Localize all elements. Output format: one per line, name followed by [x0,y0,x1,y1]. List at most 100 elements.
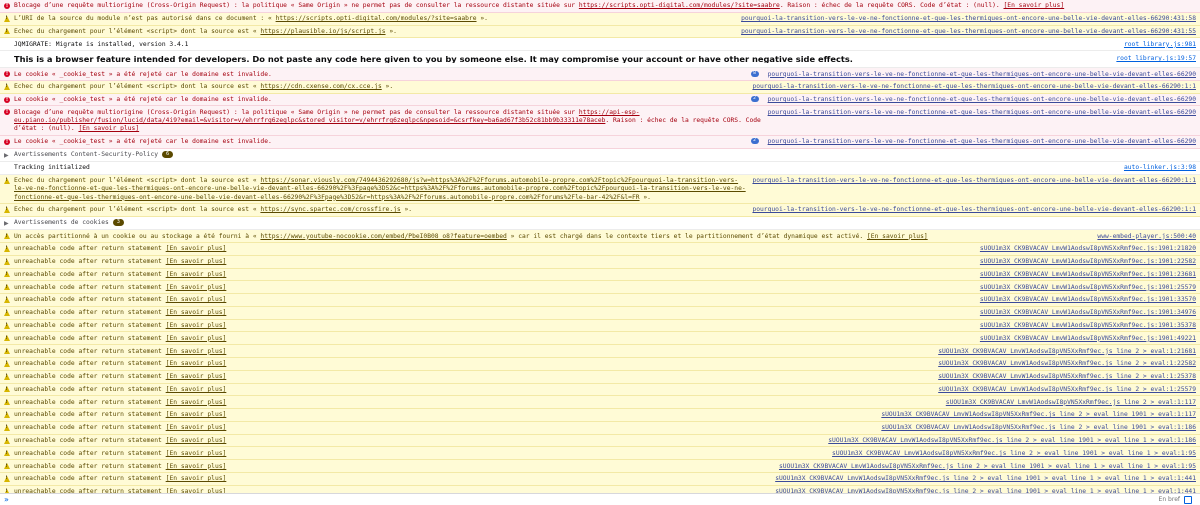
source-link[interactable]: pourquoi-la-transition-vers-le-ve-ne-fon… [735,28,1196,36]
editor-mode-toggle[interactable]: En bref [1159,495,1194,504]
source-link[interactable]: sUOU1m3X_CK9BVACAV_LmvW1AodswI8pVN5XxRmf… [822,437,1196,445]
source-link[interactable]: sUOU1m3X_CK9BVACAV_LmvW1AodswI8pVN5XxRmf… [974,335,1196,343]
message-part: Le cookie « _cookie_test » a été rejeté … [14,96,272,104]
learn-more-link[interactable]: [En savoir plus] [166,245,227,252]
learn-more-link[interactable]: [En savoir plus] [166,386,227,393]
expand-triangle-icon[interactable]: ▶ [4,152,9,160]
learn-more-link[interactable]: [En savoir plus] [166,271,227,278]
learn-more-link[interactable]: [En savoir plus] [166,424,227,431]
source-link[interactable]: sUOU1m3X_CK9BVACAV_LmvW1AodswI8pVN5XxRmf… [773,463,1196,471]
console-message-error: ! Blocage d’une requête multiorigine (Cro… [0,106,1200,136]
learn-more-link[interactable]: [En savoir plus] [166,463,227,470]
resource-url-link[interactable]: https://www.youtube-nocookie.com/embed/P… [260,233,506,240]
message-text: Le cookie « _cookie_test » a été rejeté … [14,96,751,104]
message-text: unreachable code after return statement … [14,335,974,343]
editor-mode-icon[interactable] [1184,495,1192,504]
learn-more-link[interactable]: [En savoir plus] [166,348,227,355]
message-text: Blocage d’une requête multiorigine (Cros… [14,109,762,134]
source-link[interactable]: pourquoi-la-transition-vers-le-ve-ne-fon… [762,138,1196,146]
resource-url-link[interactable]: https://scripts.opti-digital.com/modules… [276,15,477,22]
learn-more-link[interactable]: [En savoir plus] [166,258,227,265]
source-link[interactable]: sUOU1m3X_CK9BVACAV_LmvW1AodswI8pVN5XxRmf… [974,309,1196,317]
learn-more-link[interactable]: [En savoir plus] [166,399,227,406]
source-link[interactable]: pourquoi-la-transition-vers-le-ve-ne-fon… [746,83,1196,91]
message-icon-slot: ! [4,71,14,78]
source-link[interactable]: root_library.js:19:57 [1110,55,1196,63]
source-link[interactable]: sUOU1m3X_CK9BVACAV_LmvW1AodswI8pVN5XxRmf… [974,258,1196,266]
console-message-warning: unreachable code after return statement … [0,447,1200,461]
message-icon-slot [4,55,14,56]
source-link[interactable]: pourquoi-la-transition-vers-le-ve-ne-fon… [735,15,1196,23]
message-text: unreachable code after return statement … [14,450,826,458]
learn-more-link[interactable]: [En savoir plus] [166,284,227,291]
source-location: sUOU1m3X_CK9BVACAV_LmvW1AodswI8pVN5XxRmf… [974,309,1196,317]
learn-more-link[interactable]: [En savoir plus] [166,437,227,444]
source-link[interactable]: sUOU1m3X_CK9BVACAV_LmvW1AodswI8pVN5XxRmf… [932,348,1196,356]
source-link[interactable]: pourquoi-la-transition-vers-le-ve-ne-fon… [762,96,1196,104]
repeat-count-badge: 8 [750,70,759,77]
message-text: unreachable code after return statement … [14,296,974,304]
console-message-warning: unreachable code after return statement … [0,345,1200,358]
source-location: sUOU1m3X_CK9BVACAV_LmvW1AodswI8pVN5XxRmf… [974,245,1196,253]
message-icon-slot [4,15,14,22]
source-link[interactable]: sUOU1m3X_CK9BVACAV_LmvW1AodswI8pVN5XxRmf… [932,373,1196,381]
source-link[interactable]: sUOU1m3X_CK9BVACAV_LmvW1AodswI8pVN5XxRmf… [932,360,1196,368]
source-link[interactable]: root_library.js:981 [1118,41,1196,49]
message-part: Échec du chargement pour l’élément <scri… [14,206,261,214]
source-location: sUOU1m3X_CK9BVACAV_LmvW1AodswI8pVN5XxRmf… [875,411,1196,419]
learn-more-link[interactable]: [En savoir plus] [166,335,227,342]
source-link[interactable]: www-embed-player.js:500:40 [1091,233,1196,241]
learn-more-link[interactable]: [En savoir plus] [78,125,139,132]
source-link[interactable]: pourquoi-la-transition-vers-le-ve-ne-fon… [762,71,1196,79]
resource-url-link[interactable]: https://scripts.opti-digital.com/modules… [579,2,780,9]
source-link[interactable]: sUOU1m3X_CK9BVACAV_LmvW1AodswI8pVN5XxRmf… [974,322,1196,330]
expand-triangle-icon[interactable]: ▶ [4,220,9,228]
learn-more-link[interactable]: [En savoir plus] [166,450,227,457]
console-input-bar[interactable]: » En bref [0,493,1200,505]
learn-more-link[interactable]: [En savoir plus] [1003,2,1064,9]
resource-url-link[interactable]: https://sync.spartec.com/crossfire.js [260,206,400,213]
source-link[interactable]: auto-linker.js:3:98 [1118,164,1196,172]
source-link[interactable]: sUOU1m3X_CK9BVACAV_LmvW1AodswI8pVN5XxRmf… [932,386,1196,394]
source-link[interactable]: pourquoi-la-transition-vers-le-ve-ne-fon… [746,177,1196,185]
message-icon-slot [4,164,14,165]
message-text: unreachable code after return statement … [14,271,974,279]
message-part: ». [639,193,651,201]
source-link[interactable]: pourquoi-la-transition-vers-le-ve-ne-fon… [746,206,1196,214]
console-message-warning: unreachable code after return statement … [0,319,1200,333]
repeat-count-badge: 2 [750,96,759,103]
warning-icon [4,245,10,252]
learn-more-link[interactable]: [En savoir plus] [166,322,227,329]
source-link[interactable]: sUOU1m3X_CK9BVACAV_LmvW1AodswI8pVN5XxRmf… [974,245,1196,253]
learn-more-link[interactable]: [En savoir plus] [166,475,227,482]
source-link[interactable]: pourquoi-la-transition-vers-le-ve-ne-fon… [762,109,1196,117]
message-icon-slot: ! [4,109,14,116]
warning-icon [4,411,10,418]
source-link[interactable]: sUOU1m3X_CK9BVACAV_LmvW1AodswI8pVN5XxRmf… [974,296,1196,304]
message-icon-slot [4,296,14,303]
source-link[interactable]: sUOU1m3X_CK9BVACAV_LmvW1AodswI8pVN5XxRmf… [974,284,1196,292]
console-message-warning: unreachable code after return statement … [0,294,1200,307]
learn-more-link[interactable]: [En savoir plus] [166,360,227,367]
source-link[interactable]: sUOU1m3X_CK9BVACAV_LmvW1AodswI8pVN5XxRmf… [940,399,1196,407]
message-text: unreachable code after return statement … [14,284,974,292]
learn-more-link[interactable]: [En savoir plus] [867,233,928,240]
message-text: unreachable code after return statement … [14,322,974,330]
console-message-warning: unreachable code after return statement … [0,396,1200,410]
source-link[interactable]: sUOU1m3X_CK9BVACAV_LmvW1AodswI8pVN5XxRmf… [826,450,1196,458]
learn-more-link[interactable]: [En savoir plus] [166,373,227,380]
learn-more-link[interactable]: [En savoir plus] [166,309,227,316]
source-link[interactable]: sUOU1m3X_CK9BVACAV_LmvW1AodswI8pVN5XxRmf… [769,475,1196,483]
message-text: Le cookie « _cookie_test » a été rejeté … [14,71,751,79]
message-text: unreachable code after return statement … [14,360,932,368]
source-link[interactable]: sUOU1m3X_CK9BVACAV_LmvW1AodswI8pVN5XxRmf… [974,271,1196,279]
resource-url-link[interactable]: https://plausible.io/js/script.js [260,28,385,35]
message-text: Tracking initialized [14,164,1118,172]
resource-url-link[interactable]: https://cdn.cxense.com/cx.cce.js [260,83,381,90]
console-message-warning: unreachable code after return statement … [0,485,1200,493]
source-link[interactable]: sUOU1m3X_CK9BVACAV_LmvW1AodswI8pVN5XxRmf… [875,424,1196,432]
learn-more-link[interactable]: [En savoir plus] [166,411,227,418]
source-link[interactable]: sUOU1m3X_CK9BVACAV_LmvW1AodswI8pVN5XxRmf… [875,411,1196,419]
source-location: sUOU1m3X_CK9BVACAV_LmvW1AodswI8pVN5XxRmf… [974,296,1196,304]
learn-more-link[interactable]: [En savoir plus] [166,296,227,303]
